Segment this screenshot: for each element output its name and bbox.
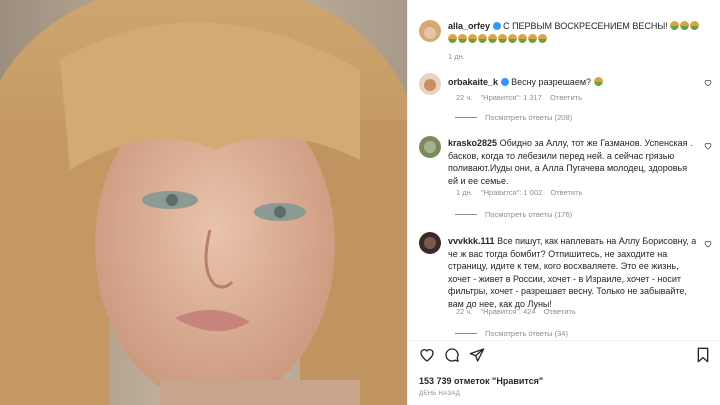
verified-icon [500, 78, 509, 86]
reply-button[interactable]: Ответить [550, 93, 582, 102]
heart-icon[interactable] [704, 79, 712, 87]
bookmark-icon[interactable] [696, 347, 710, 363]
comment-2: krasko2825 Обидно за Аллу, тот же Газман… [448, 137, 698, 187]
divider [408, 340, 720, 341]
comment-1: orbakaite_k Весну разрешаем? [448, 76, 688, 89]
caption-time: 1 дн. [448, 52, 465, 61]
reply-button[interactable]: Ответить [550, 188, 582, 197]
heart-icon[interactable] [704, 142, 712, 150]
comment-meta: 22 ч. "Нравится": 424 Ответить [456, 307, 576, 316]
post-caption: alla_orfey С ПЕРВЫМ ВОСКРЕСЕНИЕМ ВЕСНЫ! [448, 20, 710, 45]
emoji-icon [593, 77, 603, 86]
reply-button[interactable]: Ответить [544, 307, 576, 316]
author-username[interactable]: alla_orfey [448, 21, 490, 31]
comment-meta: 1 дн. "Нравится": 1 002 Ответить [456, 188, 583, 197]
comment-avatar[interactable] [419, 232, 441, 254]
comment-username[interactable]: vvvkkk.111 [448, 236, 495, 246]
comment-username[interactable]: krasko2825 [448, 138, 497, 148]
post-actions [419, 347, 485, 363]
author-avatar[interactable] [419, 20, 441, 42]
comment-text: Весну разрешаем? [511, 77, 592, 87]
likes-count[interactable]: 153 739 отметок "Нравится" [419, 376, 543, 386]
view-replies[interactable]: Посмотреть ответы (34) [455, 329, 568, 338]
post-side-panel: alla_orfey С ПЕРВЫМ ВОСКРЕСЕНИЕМ ВЕСНЫ! … [407, 0, 720, 405]
comment-3: vvvkkk.111 Все пишут, как наплевать на А… [448, 235, 703, 310]
comment-username[interactable]: orbakaite_k [448, 77, 498, 87]
comment-meta: 22 ч. "Нравится": 1 317 Ответить [456, 93, 583, 102]
comments-scroll[interactable]: alla_orfey С ПЕРВЫМ ВОСКРЕСЕНИЕМ ВЕСНЫ! … [408, 0, 720, 340]
comment-icon[interactable] [444, 347, 460, 363]
comment-avatar[interactable] [419, 73, 441, 95]
caption-text: С ПЕРВЫМ ВОСКРЕСЕНИЕМ ВЕСНЫ! [503, 21, 668, 31]
comment-avatar[interactable] [419, 136, 441, 158]
comment-text: Все пишут, как наплевать на Аллу Борисов… [448, 236, 697, 309]
post-photo[interactable] [0, 0, 407, 405]
post-date: ДЕНЬ НАЗАД [419, 391, 461, 397]
heart-icon[interactable] [704, 240, 712, 248]
view-replies[interactable]: Посмотреть ответы (176) [455, 210, 572, 219]
portrait-image [0, 0, 407, 405]
verified-icon [492, 22, 501, 30]
heart-icon[interactable] [419, 347, 435, 363]
share-icon[interactable] [469, 347, 485, 363]
view-replies[interactable]: Посмотреть ответы (208) [455, 113, 572, 122]
